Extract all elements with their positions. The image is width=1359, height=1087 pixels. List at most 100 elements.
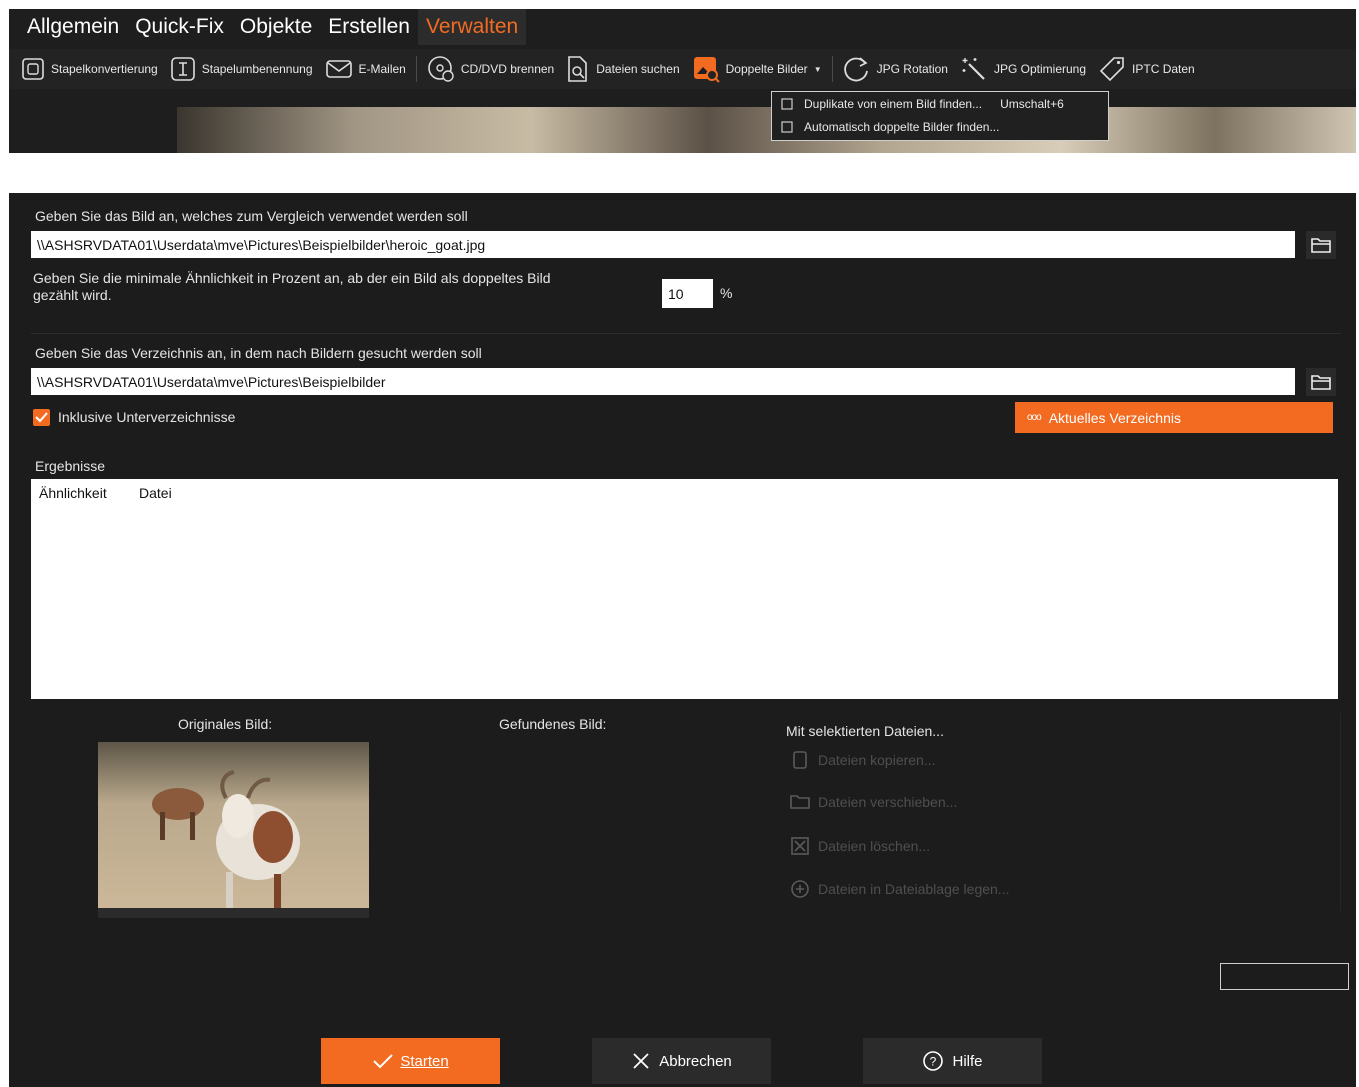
- rename-icon: [170, 57, 195, 81]
- duplicate-images-icon: [693, 57, 720, 83]
- checkmark-icon: [373, 1054, 394, 1069]
- email-label: E-Mailen: [358, 62, 406, 76]
- help-button-label: Hilfe: [952, 1052, 983, 1070]
- toolbar-separator: [415, 56, 417, 82]
- menu-item-find-duplicates-of-image[interactable]: Duplikate von einem Bild finden... Umsch…: [772, 92, 1108, 115]
- results-table[interactable]: Ähnlichkeit Datei: [31, 479, 1338, 699]
- magic-wand-icon: [962, 58, 985, 80]
- find-files-label: Dateien suchen: [596, 62, 680, 76]
- copy-files-label: Dateien kopieren...: [818, 752, 936, 768]
- directory-label: Geben Sie das Verzeichnis an, in dem nac…: [35, 345, 482, 361]
- toolbar-separator: [831, 56, 833, 82]
- mail-icon: [325, 60, 352, 78]
- ribbon: Allgemein Quick-Fix Objekte Erstellen Ve…: [9, 9, 1356, 153]
- copy-icon: [781, 120, 793, 133]
- progress-bar: [1220, 963, 1349, 990]
- folder-icon: [1311, 375, 1331, 390]
- checkmark-icon: [35, 412, 48, 423]
- tab-quick-fix[interactable]: Quick-Fix: [127, 9, 232, 45]
- current-directory-button[interactable]: ooo Aktuelles Verzeichnis: [1015, 402, 1333, 433]
- clipboard-files-label: Dateien in Dateiablage legen...: [818, 881, 1010, 897]
- found-image-label: Gefundenes Bild:: [499, 716, 607, 732]
- duplicate-images-button[interactable]: Doppelte Bilder ▼: [686, 51, 828, 87]
- similarity-percent-input[interactable]: 10: [662, 279, 713, 308]
- column-header-similarity[interactable]: Ähnlichkeit: [39, 485, 107, 501]
- add-circle-icon: [791, 880, 809, 898]
- burn-label: CD/DVD brennen: [460, 62, 555, 76]
- compare-image-path-input[interactable]: \\ASHSRVDATA01\Userdata\mve\Pictures\Bei…: [31, 231, 1295, 258]
- duplicates-label: Doppelte Bilder: [725, 62, 808, 76]
- similarity-label-line1: Geben Sie die minimale Ähnlichkeit in Pr…: [33, 270, 551, 286]
- column-header-file[interactable]: Datei: [139, 485, 172, 501]
- batch-rename-button[interactable]: Stapelumbenennung: [164, 51, 319, 87]
- batch-convert-button[interactable]: Stapelkonvertierung: [15, 51, 164, 87]
- move-files-label: Dateien verschieben...: [818, 794, 958, 810]
- shortcut-label: Umschalt+6: [1000, 96, 1064, 111]
- menu-bar: Allgemein Quick-Fix Objekte Erstellen Ve…: [9, 9, 527, 45]
- duplicate-finder-panel: Geben Sie das Bild an, welches zum Vergl…: [9, 193, 1356, 1087]
- batch-rename-label: Stapelumbenennung: [201, 62, 313, 76]
- chevron-down-icon[interactable]: ▼: [814, 65, 822, 74]
- file-search-icon: [568, 56, 588, 82]
- burn-disc-button[interactable]: CD/DVD brennen: [421, 51, 560, 87]
- email-button[interactable]: E-Mailen: [319, 51, 412, 87]
- svg-text:?: ?: [930, 1055, 937, 1069]
- percent-unit: %: [720, 285, 733, 301]
- batch-convert-label: Stapelkonvertierung: [51, 62, 158, 76]
- tab-erstellen[interactable]: Erstellen: [320, 9, 418, 45]
- find-files-button[interactable]: Dateien suchen: [560, 51, 685, 87]
- delete-icon: [791, 837, 809, 855]
- divider: [31, 333, 1341, 334]
- batch-convert-icon: [22, 58, 44, 80]
- menu-item-label: Duplikate von einem Bild finden...: [804, 96, 983, 111]
- jpg-rotation-label: JPG Rotation: [876, 62, 948, 76]
- menu-item-auto-find-duplicates[interactable]: Automatisch doppelte Bilder finden...: [772, 115, 1108, 138]
- file-actions-title: Mit selektierten Dateien...: [786, 723, 944, 739]
- include-subdirs-label[interactable]: Inklusive Unterverzeichnisse: [58, 409, 235, 425]
- cancel-button[interactable]: Abbrechen: [592, 1038, 771, 1084]
- cancel-button-label: Abbrechen: [659, 1052, 732, 1070]
- move-files-action: Dateien verschieben...: [790, 793, 957, 811]
- start-button-label: Starten: [400, 1052, 449, 1070]
- toolbar: Stapelkonvertierung Stapelumbenennung E-…: [9, 49, 1356, 89]
- compare-image-label: Geben Sie das Bild an, welches zum Vergl…: [35, 208, 468, 224]
- browse-directory-button[interactable]: [1306, 368, 1336, 396]
- clipboard-files-action: Dateien in Dateiablage legen...: [790, 879, 1009, 899]
- close-icon: [633, 1053, 649, 1069]
- copy-icon: [781, 97, 793, 110]
- disc-icon: [428, 56, 454, 82]
- results-label: Ergebnisse: [35, 458, 106, 474]
- iptc-button[interactable]: IPTC Daten: [1092, 51, 1201, 87]
- ellipsis-icon: ooo: [1027, 412, 1042, 423]
- current-directory-label: Aktuelles Verzeichnis: [1048, 409, 1181, 426]
- menu-item-label: Automatisch doppelte Bilder finden...: [804, 119, 1000, 134]
- tag-icon: [1099, 57, 1124, 82]
- original-image-preview: [98, 742, 369, 918]
- help-icon: ?: [923, 1051, 944, 1071]
- help-button[interactable]: ? Hilfe: [863, 1038, 1042, 1084]
- copy-icon: [793, 751, 807, 769]
- browse-image-button[interactable]: [1306, 231, 1336, 259]
- start-button[interactable]: Starten: [321, 1038, 500, 1084]
- tab-allgemein[interactable]: Allgemein: [19, 9, 127, 45]
- folder-icon: [790, 795, 810, 809]
- original-image-label: Originales Bild:: [178, 716, 273, 732]
- delete-files-label: Dateien löschen...: [818, 838, 931, 854]
- background-photo-strip: [177, 107, 1356, 153]
- jpg-rotation-button[interactable]: JPG Rotation: [837, 51, 954, 87]
- tab-verwalten[interactable]: Verwalten: [417, 9, 527, 45]
- include-subdirs-checkbox[interactable]: [33, 409, 50, 426]
- duplicates-dropdown-menu: Duplikate von einem Bild finden... Umsch…: [771, 91, 1109, 141]
- jpg-optimize-label: JPG Optimierung: [993, 62, 1087, 76]
- tab-objekte[interactable]: Objekte: [232, 9, 320, 45]
- copy-files-action: Dateien kopieren...: [790, 750, 936, 770]
- rotate-icon: [843, 57, 868, 82]
- jpg-optimize-button[interactable]: JPG Optimierung: [954, 51, 1092, 87]
- delete-files-action: Dateien löschen...: [790, 836, 930, 856]
- directory-path-input[interactable]: \\ASHSRVDATA01\Userdata\mve\Pictures\Bei…: [31, 368, 1295, 395]
- similarity-label-line2: gezählt wird.: [33, 287, 112, 303]
- folder-icon: [1311, 238, 1331, 253]
- similarity-label: Geben Sie die minimale Ähnlichkeit in Pr…: [33, 270, 653, 304]
- iptc-label: IPTC Daten: [1132, 62, 1195, 76]
- goat-photo: [98, 742, 369, 918]
